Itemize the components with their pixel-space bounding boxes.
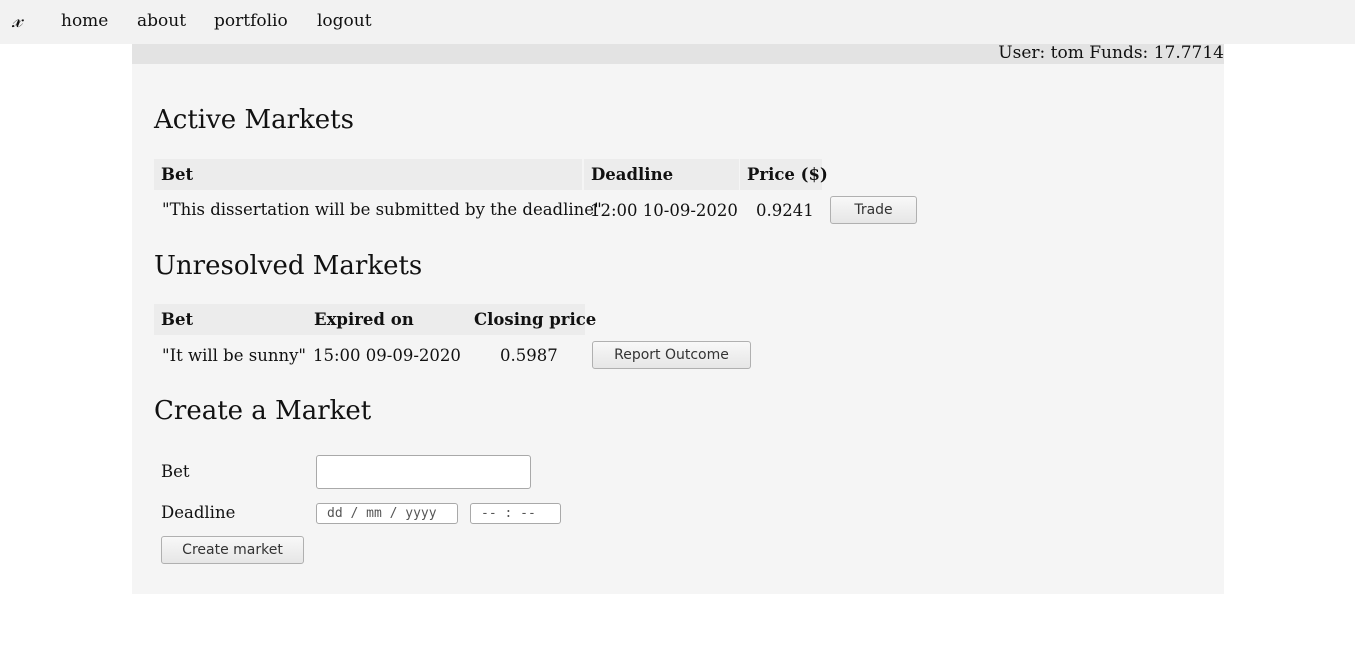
nav-logout-link[interactable]: logout (317, 11, 372, 31)
unresolved-header-closing: Closing price (467, 304, 596, 335)
unresolved-row-closing: 0.5987 (500, 346, 558, 365)
user-info-bar: User: tom Funds: 17.7714 (132, 43, 1224, 64)
unresolved-header-bet: Bet (154, 304, 307, 335)
nav-about-link[interactable]: about (137, 11, 186, 31)
unresolved-markets-heading: Unresolved Markets (154, 251, 423, 281)
nav-portfolio-link[interactable]: portfolio (214, 11, 288, 31)
trade-button[interactable]: Trade (830, 196, 917, 224)
bet-input[interactable] (316, 455, 531, 489)
deadline-date-input[interactable]: dd / mm / yyyy (316, 503, 458, 524)
bet-label: Bet (161, 462, 190, 481)
user-funds-text: User: tom Funds: 17.7714 (998, 43, 1224, 63)
top-navigation-bar: 𝓍 home about portfolio logout (0, 0, 1355, 44)
active-markets-heading: Active Markets (154, 105, 354, 135)
active-row-deadline: 12:00 10-09-2020 (590, 201, 738, 220)
unresolved-row-expired: 15:00 09-09-2020 (313, 346, 461, 365)
logo-icon[interactable]: 𝓍 (12, 8, 22, 33)
main-content: User: tom Funds: 17.7714 Active Markets … (132, 43, 1224, 594)
active-header-price: Price ($) (740, 159, 828, 190)
create-market-heading: Create a Market (154, 396, 372, 426)
unresolved-header-expired: Expired on (307, 304, 467, 335)
active-row-price: 0.9241 (756, 201, 814, 220)
nav-home-link[interactable]: home (61, 11, 108, 31)
active-row-bet: "This dissertation will be submitted by … (162, 200, 602, 219)
unresolved-row-bet: "It will be sunny" (162, 346, 307, 365)
active-header-deadline: Deadline (584, 159, 739, 190)
active-header-bet: Bet (154, 159, 582, 190)
report-outcome-button[interactable]: Report Outcome (592, 341, 751, 369)
deadline-label: Deadline (161, 503, 236, 522)
create-market-button[interactable]: Create market (161, 536, 304, 564)
deadline-time-input[interactable]: -- : -- (470, 503, 561, 524)
